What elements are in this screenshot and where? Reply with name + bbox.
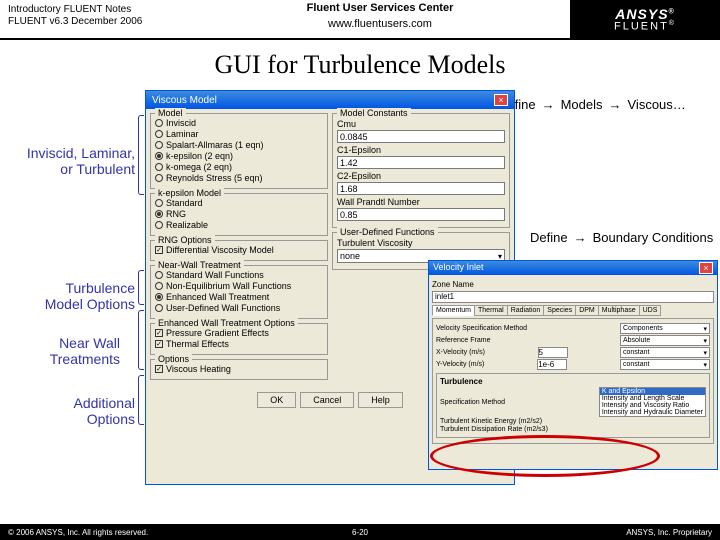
tab-momentum[interactable]: Momentum bbox=[432, 305, 475, 316]
cancel-button[interactable]: Cancel bbox=[300, 392, 354, 408]
dialog-title: Viscous Model bbox=[152, 95, 217, 106]
breadcrumb-viscous: Define→ Models→ Viscous… bbox=[498, 97, 686, 112]
dropdown-yv[interactable]: constant bbox=[620, 359, 710, 370]
radio-ewt[interactable]: Enhanced Wall Treatment bbox=[155, 292, 323, 302]
check-thermal[interactable]: ✓Thermal Effects bbox=[155, 339, 323, 349]
divider bbox=[0, 38, 720, 40]
close-icon[interactable]: × bbox=[494, 94, 508, 106]
tab-species[interactable]: Species bbox=[543, 305, 576, 316]
input-c2[interactable] bbox=[337, 182, 505, 195]
check-visc-heat[interactable]: ✓Viscous Heating bbox=[155, 364, 323, 374]
dropdown-vsm[interactable]: Components bbox=[620, 323, 710, 334]
tab-dpm[interactable]: DPM bbox=[575, 305, 599, 316]
radio-laminar[interactable]: Laminar bbox=[155, 129, 323, 139]
check-diff-visc[interactable]: ✓Differential Viscosity Model bbox=[155, 245, 323, 255]
highlight-ellipse bbox=[430, 435, 660, 477]
ok-button[interactable]: OK bbox=[257, 392, 296, 408]
label-wall: Near WallTreatments bbox=[0, 335, 120, 367]
group-rng: RNG Options ✓Differential Viscosity Mode… bbox=[150, 240, 328, 261]
notes-line2: FLUENT v6.3 December 2006 bbox=[8, 16, 182, 28]
close-icon[interactable]: × bbox=[699, 262, 713, 274]
service-center: Fluent User Services Center bbox=[190, 2, 570, 14]
brace-1 bbox=[138, 115, 144, 195]
label-model-group: Inviscid, Laminar,or Turbulent bbox=[0, 145, 135, 177]
radio-realizable[interactable]: Realizable bbox=[155, 220, 323, 230]
radio-swf[interactable]: Standard Wall Functions bbox=[155, 270, 323, 280]
label-turb-options: TurbulenceModel Options bbox=[0, 280, 135, 312]
radio-reynolds[interactable]: Reynolds Stress (5 eqn) bbox=[155, 173, 323, 183]
zone-name-field[interactable]: inlet1 bbox=[432, 291, 714, 303]
header-center: Fluent User Services Center www.fluentus… bbox=[190, 0, 570, 38]
fluent-logo: FLUENT® bbox=[614, 20, 676, 33]
dropdown-xv[interactable]: constant bbox=[620, 347, 710, 358]
radio-rng[interactable]: RNG bbox=[155, 209, 323, 219]
group-wall: Near-Wall Treatment Standard Wall Functi… bbox=[150, 265, 328, 319]
dropdown-rf[interactable]: Absolute bbox=[620, 335, 710, 346]
input-yv[interactable] bbox=[537, 359, 567, 370]
page-number: 6-20 bbox=[352, 528, 368, 537]
input-wpn[interactable] bbox=[337, 208, 505, 221]
footer: © 2006 ANSYS, Inc. All rights reserved. … bbox=[0, 524, 720, 540]
tab-strip: Momentum Thermal Radiation Species DPM M… bbox=[432, 305, 714, 316]
group-ewt: Enhanced Wall Treatment Options ✓Pressur… bbox=[150, 323, 328, 355]
service-url: www.fluentusers.com bbox=[190, 18, 570, 30]
group-options: Options ✓Viscous Heating bbox=[150, 359, 328, 380]
input-xv[interactable] bbox=[538, 347, 568, 358]
label-additional: AdditionalOptions bbox=[0, 395, 135, 427]
tab-multiphase[interactable]: Multiphase bbox=[598, 305, 640, 316]
group-model: Model Inviscid Laminar Spalart-Allmaras … bbox=[150, 113, 328, 189]
header-left: Introductory FLUENT Notes FLUENT v6.3 De… bbox=[0, 0, 190, 38]
spec-method-list[interactable]: K and Epsilon Intensity and Length Scale… bbox=[599, 387, 706, 417]
radio-kepsilon[interactable]: k-epsilon (2 eqn) bbox=[155, 151, 323, 161]
brand-block: ANSYS® FLUENT® bbox=[570, 0, 720, 38]
check-pge[interactable]: ✓Pressure Gradient Effects bbox=[155, 328, 323, 338]
notes-line1: Introductory FLUENT Notes bbox=[8, 4, 182, 16]
input-c1[interactable] bbox=[337, 156, 505, 169]
dialog-titlebar[interactable]: Viscous Model × bbox=[146, 91, 514, 109]
group-keps: k-epsilon Model Standard RNG Realizable bbox=[150, 193, 328, 236]
vi-title-text: Velocity Inlet bbox=[433, 262, 484, 274]
radio-standard[interactable]: Standard bbox=[155, 198, 323, 208]
tab-uds[interactable]: UDS bbox=[639, 305, 662, 316]
page-title: GUI for Turbulence Models bbox=[0, 50, 720, 80]
tab-thermal[interactable]: Thermal bbox=[474, 305, 508, 316]
brace-2 bbox=[138, 270, 144, 305]
tab-radiation[interactable]: Radiation bbox=[507, 305, 545, 316]
vi-titlebar[interactable]: Velocity Inlet × bbox=[429, 261, 717, 275]
radio-spalart[interactable]: Spalart-Allmaras (1 eqn) bbox=[155, 140, 323, 150]
radio-udwf[interactable]: User-Defined Wall Functions bbox=[155, 303, 323, 313]
zone-name-label: Zone Name bbox=[432, 280, 714, 289]
header-bar: Introductory FLUENT Notes FLUENT v6.3 De… bbox=[0, 0, 720, 38]
group-constants: Model Constants Cmu C1-Epsilon C2-Epsilo… bbox=[332, 113, 510, 228]
proprietary: ANSYS, Inc. Proprietary bbox=[626, 528, 712, 537]
breadcrumb-bc: Define→ Boundary Conditions bbox=[530, 230, 713, 245]
brace-3 bbox=[138, 310, 144, 370]
radio-inviscid[interactable]: Inviscid bbox=[155, 118, 323, 128]
radio-newf[interactable]: Non-Equilibrium Wall Functions bbox=[155, 281, 323, 291]
copyright: © 2006 ANSYS, Inc. All rights reserved. bbox=[8, 528, 148, 537]
radio-komega[interactable]: k-omega (2 eqn) bbox=[155, 162, 323, 172]
input-cmu[interactable] bbox=[337, 130, 505, 143]
help-button[interactable]: Help bbox=[358, 392, 403, 408]
brace-4 bbox=[138, 375, 144, 425]
